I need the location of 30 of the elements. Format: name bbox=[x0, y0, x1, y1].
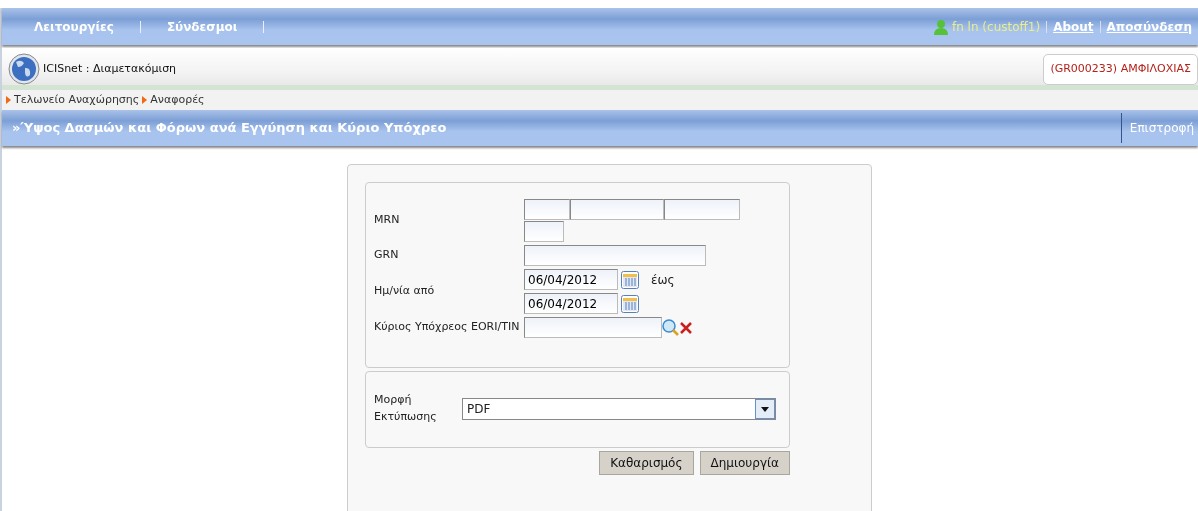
user-icon bbox=[932, 18, 949, 35]
field-label: Μορφή Εκτύπωσης bbox=[374, 392, 438, 425]
calendar-icon bbox=[621, 270, 639, 289]
user-name: fn ln (custoff1) bbox=[951, 18, 1041, 36]
input-field[interactable] bbox=[524, 317, 662, 338]
action-button[interactable]: Δημιουργία bbox=[699, 451, 790, 475]
input-field[interactable] bbox=[524, 199, 570, 220]
office-label: (GR000233) ΑΜΦΙΛΟΧΙΑΣ bbox=[1043, 54, 1198, 85]
input-field[interactable] bbox=[524, 221, 564, 242]
globe-icon bbox=[8, 53, 40, 85]
input-field[interactable]: 06/04/2012 bbox=[524, 293, 618, 314]
caret-icon bbox=[755, 398, 775, 419]
input-field[interactable] bbox=[524, 245, 706, 266]
calendar-icon bbox=[621, 294, 639, 313]
format-dropdown[interactable]: PDF bbox=[462, 397, 776, 420]
field-label: έως bbox=[651, 271, 675, 289]
page-title: »Ύψος Δασμών και Φόρων ανά Εγγύηση και Κύριο Υπόχρεο bbox=[12, 119, 447, 138]
input-field[interactable] bbox=[664, 199, 740, 220]
close-icon bbox=[680, 321, 692, 334]
field-label: GRN bbox=[374, 247, 400, 264]
app-title: ICISnet : Διαμετακόμιση bbox=[43, 60, 177, 77]
field-label: MRN bbox=[374, 212, 401, 229]
input-field[interactable]: 06/04/2012 bbox=[524, 269, 618, 290]
field-label: Ημ/νία από bbox=[374, 283, 436, 300]
input-field[interactable] bbox=[570, 199, 664, 220]
breadcrumb-link[interactable]: Αναφορές bbox=[142, 91, 205, 109]
search-icon bbox=[662, 318, 680, 337]
action-button[interactable]: Καθαρισμός bbox=[599, 451, 694, 475]
breadcrumb-link[interactable]: Τελωνείο Αναχώρησης bbox=[6, 91, 140, 109]
field-label: Κύριος Υπόχρεος EORI/TIN bbox=[374, 319, 521, 336]
